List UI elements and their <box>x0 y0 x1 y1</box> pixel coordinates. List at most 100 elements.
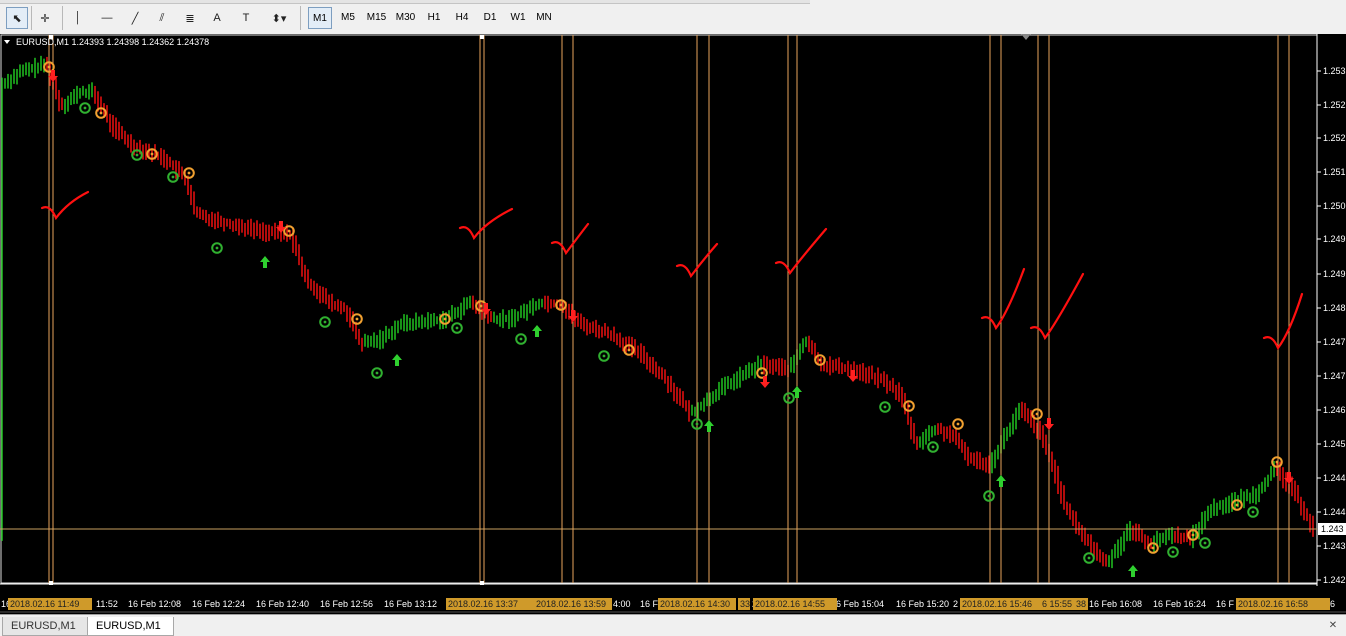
time-axis-label: 16 F <box>640 599 659 609</box>
line-anchor-handle <box>480 35 484 39</box>
equidistant-channel-tool-icon[interactable]: ⫽ <box>152 7 172 29</box>
time-axis-label: 4:00 <box>613 599 631 609</box>
timeframe-h1-button[interactable]: H1 <box>422 7 446 29</box>
timeframe-mn-button[interactable]: MN <box>534 7 554 29</box>
time-highlight-label: 6 15:55 <box>1042 599 1072 609</box>
sell-signal-dot <box>1035 412 1039 416</box>
buy-signal-dot <box>215 246 219 250</box>
price-tick-label: 1.252 <box>1323 100 1346 110</box>
chart-canvas[interactable]: 1.253 1.252 1.252 1.251 1.250 1.249 1.249 1.248… <box>0 34 1346 614</box>
time-axis-label: 16 F <box>1216 599 1235 609</box>
time-highlight-label: 2018.02.16 13:59 <box>536 599 606 609</box>
price-tick-label: 1.245 <box>1323 439 1346 449</box>
sell-signal-dot <box>47 65 51 69</box>
chart-frame <box>0 34 1318 584</box>
toolbar-top-strip <box>0 0 810 4</box>
timeframe-m15-button[interactable]: M15 <box>363 7 390 29</box>
timeframe-m5-button[interactable]: M5 <box>336 7 360 29</box>
toolbar-separator <box>31 6 32 30</box>
fibonacci-tool-icon[interactable]: ≣ <box>180 7 200 29</box>
toolbar-separator <box>62 6 63 30</box>
time-axis-label: 6 Feb 15:04 <box>836 599 884 609</box>
buy-signal-dot <box>1251 510 1255 514</box>
hand-drawn-check-annotation <box>458 207 514 241</box>
chart-tab-1[interactable]: EURUSD,M1 <box>2 617 90 636</box>
hand-drawn-check-annotation <box>980 267 1026 331</box>
vertical-line-tool-icon[interactable]: │ <box>70 7 86 29</box>
timeframe-m30-button[interactable]: M30 <box>392 7 419 29</box>
close-tab-icon[interactable]: ✕ <box>1326 619 1340 633</box>
horizontal-line-tool-icon[interactable]: — <box>98 7 116 29</box>
price-tick-label: 1.248 <box>1323 303 1346 313</box>
sell-signal-dot <box>760 371 764 375</box>
timeframe-w1-button[interactable]: W1 <box>506 7 530 29</box>
price-tick-label: 1.252 <box>1323 133 1346 143</box>
price-tick-label: 1.246 <box>1323 405 1346 415</box>
time-axis-label: 6 <box>1330 599 1335 609</box>
buy-arrow-icon <box>704 420 714 432</box>
time-axis-label: 16 Feb 12:24 <box>192 599 245 609</box>
timeframe-h4-button[interactable]: H4 <box>450 7 474 29</box>
buy-signal-dot <box>171 175 175 179</box>
price-tick-label: 1.249 <box>1323 269 1346 279</box>
sell-signal-dot <box>559 303 563 307</box>
time-axis-label: 16 Feb 15:20 <box>896 599 949 609</box>
sell-signal-dot <box>187 171 191 175</box>
buy-signal-dot <box>1087 556 1091 560</box>
chart-header-quote: EURUSD,M1 1.24393 1.24398 1.24362 1.2437… <box>16 37 209 47</box>
buy-signal-dot <box>695 422 699 426</box>
text-tool-icon[interactable]: A <box>208 7 226 29</box>
price-tick-label: 1.247 <box>1323 337 1346 347</box>
symbol-dropdown-icon <box>4 40 10 44</box>
line-anchor-handle <box>480 581 484 585</box>
time-axis-label: 16 Feb 16:24 <box>1153 599 1206 609</box>
trendline-tool-icon[interactable]: ╱ <box>126 7 144 29</box>
chart-tab-2-active[interactable]: EURUSD,M1 <box>87 617 174 636</box>
current-price-label: 1.243 <box>1321 524 1344 534</box>
sell-signal-dot <box>150 152 154 156</box>
time-axis-label: 16 Feb 12:08 <box>128 599 181 609</box>
text-label-tool-icon[interactable]: T <box>236 7 256 29</box>
time-highlight-label: 33 <box>740 599 750 609</box>
arrows-tool-icon[interactable]: ⬍▾ <box>262 7 296 29</box>
hand-drawn-check-annotation <box>1029 272 1085 341</box>
chart-tabs-bar: EURUSD,M1 EURUSD,M1 ✕ <box>0 614 1346 636</box>
buy-signal-dot <box>323 320 327 324</box>
sell-signal-dot <box>1235 503 1239 507</box>
price-tick-label: 1.249 <box>1323 234 1346 244</box>
price-tick-label: 1.251 <box>1323 167 1346 177</box>
time-axis-label: 16 Feb 12:40 <box>256 599 309 609</box>
sell-signal-dot <box>1151 546 1155 550</box>
buy-signal-dot <box>987 494 991 498</box>
buy-signal-dot <box>1171 550 1175 554</box>
sell-signal-dot <box>907 404 911 408</box>
timeframe-m1-button[interactable]: M1 <box>308 7 332 29</box>
sell-signal-dot <box>479 304 483 308</box>
cursor-tool-icon[interactable]: ⬉ <box>6 7 28 29</box>
time-highlight-label: 2018.02.16 13:37 <box>448 599 518 609</box>
sell-signal-dot <box>287 229 291 233</box>
sell-arrow-icon <box>1044 418 1054 430</box>
crosshair-tool-icon[interactable]: ✛ <box>34 7 56 29</box>
timeframe-d1-button[interactable]: D1 <box>478 7 502 29</box>
price-chart[interactable]: 1.253 1.252 1.252 1.251 1.250 1.249 1.249 1.248… <box>0 34 1346 614</box>
buy-signal-dot <box>787 396 791 400</box>
sell-signal-dot <box>443 317 447 321</box>
time-highlight-label: 2018.02.16 14:30 <box>660 599 730 609</box>
buy-arrow-icon <box>392 354 402 366</box>
buy-signal-dot <box>883 405 887 409</box>
buy-signal-dot <box>602 354 606 358</box>
time-axis-label: 11:52 <box>96 599 118 609</box>
sell-signal-dot <box>818 358 822 362</box>
buy-signal-dot <box>931 445 935 449</box>
time-axis-label: 16 Feb 16:08 <box>1089 599 1142 609</box>
price-tick-label: 1.244 <box>1323 507 1346 517</box>
price-tick-label: 1.250 <box>1323 201 1346 211</box>
price-tick-label: 1.244 <box>1323 473 1346 483</box>
buy-arrow-icon <box>532 325 542 337</box>
sell-signal-dot <box>99 111 103 115</box>
hand-drawn-check-annotation <box>550 222 590 256</box>
time-highlight-label: 38 <box>1076 599 1086 609</box>
sell-signal-dot <box>1275 460 1279 464</box>
hand-drawn-check-annotation <box>774 227 828 276</box>
